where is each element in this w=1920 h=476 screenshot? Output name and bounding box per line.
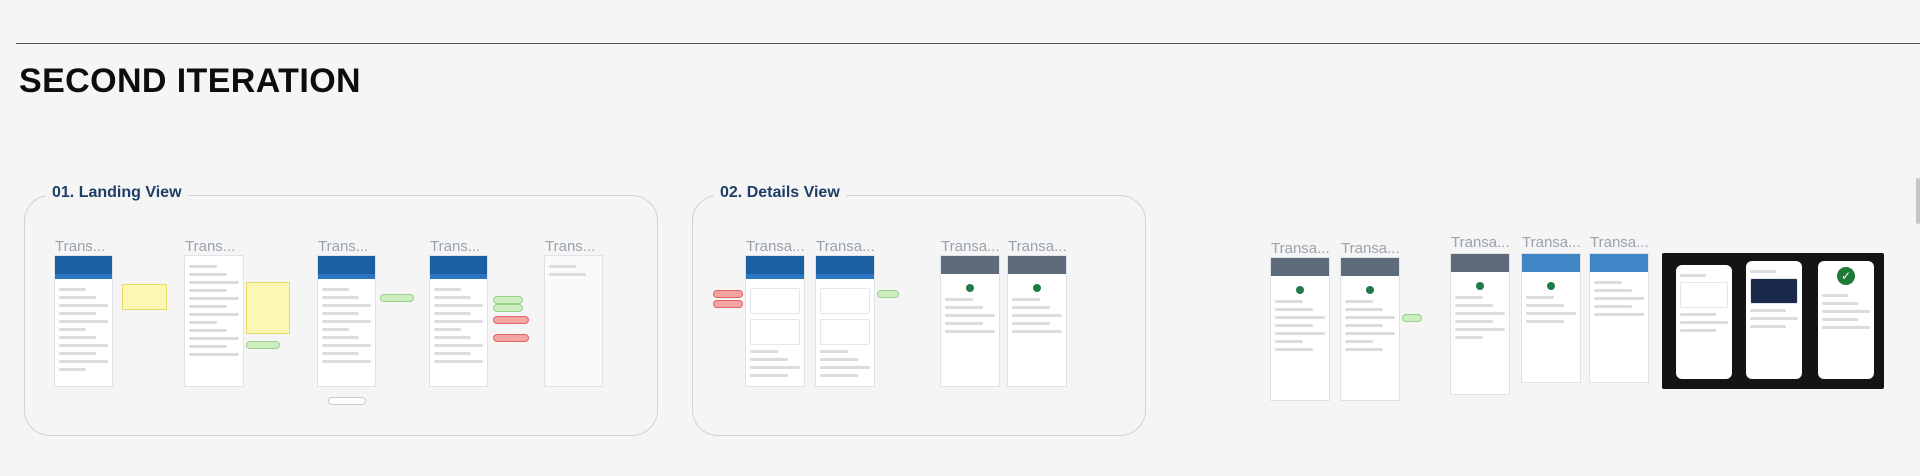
checkmark-icon: ✓ — [1837, 267, 1855, 285]
extra-frame-1[interactable] — [1271, 258, 1329, 400]
extra-frame-3[interactable] — [1451, 254, 1509, 394]
details-frame-3[interactable] — [941, 256, 999, 386]
annotation-tag — [713, 300, 743, 308]
details-frame-name-4: Transa... — [1008, 238, 1066, 255]
mockup-phone-3: ✓ — [1818, 261, 1874, 379]
extra-frame-5[interactable] — [1590, 254, 1648, 382]
details-view-label: 02. Details View — [714, 184, 846, 202]
landing-frame-3[interactable] — [318, 256, 375, 386]
details-frame-name-2: Transa... — [816, 238, 874, 255]
annotation-tag — [1402, 314, 1422, 322]
annotation-tag — [493, 334, 529, 342]
annotation-tag — [246, 341, 280, 349]
sticky-note — [246, 282, 290, 334]
annotation-tag — [380, 294, 414, 302]
landing-frame-name-2: Trans... — [185, 238, 236, 255]
annotation-tag — [713, 290, 743, 298]
extra-frame-4[interactable] — [1522, 254, 1580, 382]
details-frame-2[interactable] — [816, 256, 874, 386]
extra-frame-name-4: Transa... — [1522, 234, 1580, 251]
landing-frame-1[interactable] — [55, 256, 112, 386]
page-title: SECOND ITERATION — [19, 62, 362, 100]
details-frame-name-1: Transa... — [746, 238, 804, 255]
landing-frame-name-5: Trans... — [545, 238, 596, 255]
details-frame-4[interactable] — [1008, 256, 1066, 386]
annotation-tag — [493, 304, 523, 312]
landing-view-label: 01. Landing View — [46, 184, 188, 202]
mockup-phone-1 — [1676, 265, 1732, 379]
extra-frame-name-5: Transa... — [1590, 234, 1648, 251]
landing-frame-2[interactable] — [185, 256, 243, 386]
top-divider — [16, 43, 1920, 44]
landing-frame-4[interactable] — [430, 256, 487, 386]
extra-frame-name-1: Transa... — [1271, 240, 1329, 257]
dark-mockup-board[interactable]: ✓ — [1662, 253, 1884, 389]
annotation-tag — [328, 397, 366, 405]
details-frame-1[interactable] — [746, 256, 804, 386]
landing-frame-name-1: Trans... — [55, 238, 106, 255]
mockup-phone-2 — [1746, 261, 1802, 379]
annotation-tag — [493, 316, 529, 324]
extra-frame-name-2: Transa... — [1341, 240, 1399, 257]
details-frame-name-3: Transa... — [941, 238, 999, 255]
annotation-tag — [877, 290, 899, 298]
annotation-tag — [493, 296, 523, 304]
extra-frame-name-3: Transa... — [1451, 234, 1509, 251]
landing-frame-name-4: Trans... — [430, 238, 481, 255]
landing-frame-name-3: Trans... — [318, 238, 369, 255]
extra-frame-2[interactable] — [1341, 258, 1399, 400]
scrollbar-thumb[interactable] — [1916, 178, 1920, 224]
sticky-note — [122, 284, 167, 310]
landing-frame-5[interactable] — [545, 256, 602, 386]
